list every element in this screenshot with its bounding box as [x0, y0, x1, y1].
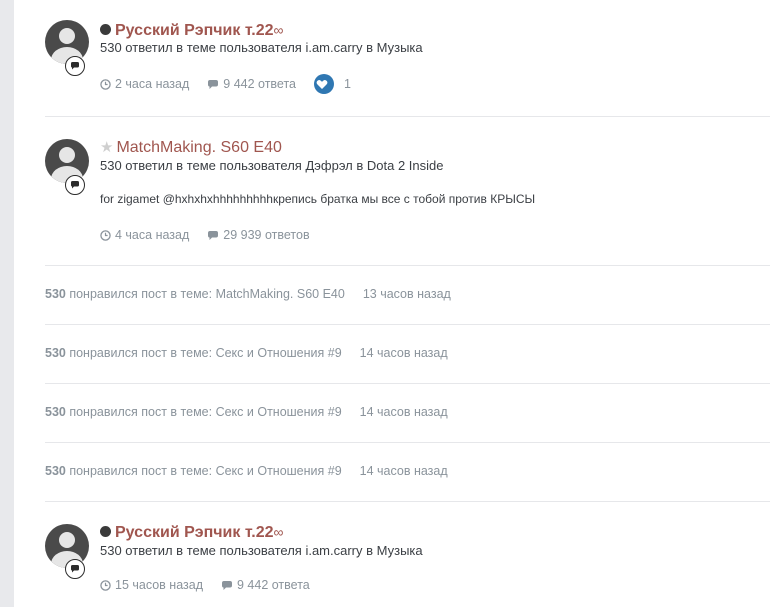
timestamp[interactable]: 14 часов назад	[360, 405, 448, 419]
clock-icon	[100, 229, 111, 241]
author-link[interactable]: i.am.carry	[305, 543, 362, 558]
like-activity-row: 530 понравился пост в теме: Секс и Отнош…	[45, 464, 448, 478]
divider	[45, 501, 770, 502]
infinity-suffix: ∞	[273, 22, 284, 38]
comment-icon	[208, 79, 219, 89]
comment-badge-icon	[65, 559, 85, 579]
timestamp[interactable]: 13 часов назад	[363, 287, 451, 301]
author-link[interactable]: Дэфрэл	[305, 158, 352, 173]
left-rail	[0, 0, 14, 607]
activity-meta: 4 часа назад 29 939 ответов	[100, 227, 328, 243]
comment-icon	[208, 230, 219, 240]
timestamp[interactable]: 2 часа назад	[115, 77, 189, 91]
activity-subline: 530 ответил в теме пользователя i.am.car…	[100, 543, 423, 558]
timestamp[interactable]: 4 часа назад	[115, 228, 189, 242]
avatar[interactable]	[45, 139, 89, 183]
divider	[45, 116, 770, 117]
divider	[45, 324, 770, 325]
divider	[45, 265, 770, 266]
like-text[interactable]: понравился пост в теме: Секс и Отношения…	[66, 464, 341, 478]
avatar[interactable]	[45, 20, 89, 64]
like-text[interactable]: понравился пост в теме: MatchMaking. S60…	[66, 287, 345, 301]
like-activity-row: 530 понравился пост в теме: Секс и Отнош…	[45, 405, 448, 419]
author-link[interactable]: i.am.carry	[305, 40, 362, 55]
status-dot-icon	[100, 525, 111, 537]
timestamp[interactable]: 15 часов назад	[115, 578, 203, 592]
clock-icon	[100, 579, 111, 591]
heart-icon	[316, 79, 328, 89]
like-button[interactable]	[314, 74, 334, 94]
activity-meta: 2 часа назад 9 442 ответа 1	[100, 74, 369, 94]
comment-icon	[222, 580, 232, 590]
like-text[interactable]: понравился пост в теме: Секс и Отношения…	[66, 346, 341, 360]
forum-link[interactable]: Музыка	[377, 543, 423, 558]
topic-title-link[interactable]: MatchMaking. S60 E40	[116, 139, 281, 156]
like-text[interactable]: понравился пост в теме: Секс и Отношения…	[66, 405, 341, 419]
timestamp[interactable]: 14 часов назад	[360, 346, 448, 360]
like-activity-row: 530 понравился пост в теме: Секс и Отнош…	[45, 346, 448, 360]
clock-icon	[100, 78, 111, 90]
activity-subline: 530 ответил в теме пользователя Дэфрэл в…	[100, 158, 444, 173]
reply-count: 9 442 ответа	[237, 578, 310, 592]
user-link[interactable]: 530	[45, 287, 66, 301]
forum-link[interactable]: Dota 2 Inside	[367, 158, 444, 173]
timestamp[interactable]: 14 часов назад	[360, 464, 448, 478]
activity-meta: 15 часов назад 9 442 ответа	[100, 577, 328, 593]
topic-title-link[interactable]: Русский Рэпчик т.22	[115, 524, 274, 541]
activity-subline: 530 ответил в теме пользователя i.am.car…	[100, 40, 423, 55]
post-snippet: for zigamet @hxhxhxhhhhhhhhhкрепись брат…	[100, 192, 536, 206]
user-link[interactable]: 530	[45, 346, 66, 360]
star-icon: ★	[100, 139, 114, 156]
forum-link[interactable]: Музыка	[377, 40, 423, 55]
user-link[interactable]: 530	[45, 464, 66, 478]
status-dot-icon	[100, 23, 111, 35]
user-link[interactable]: 530	[45, 405, 66, 419]
comment-badge-icon	[65, 175, 85, 195]
divider	[45, 383, 770, 384]
infinity-suffix: ∞	[273, 524, 284, 540]
like-activity-row: 530 понравился пост в теме: MatchMaking.…	[45, 287, 451, 301]
comment-badge-icon	[65, 56, 85, 76]
like-count[interactable]: 1	[344, 77, 351, 91]
reply-count: 29 939 ответов	[223, 228, 310, 242]
reply-count: 9 442 ответа	[223, 77, 296, 91]
divider	[45, 442, 770, 443]
topic-title-link[interactable]: Русский Рэпчик т.22	[115, 22, 274, 39]
